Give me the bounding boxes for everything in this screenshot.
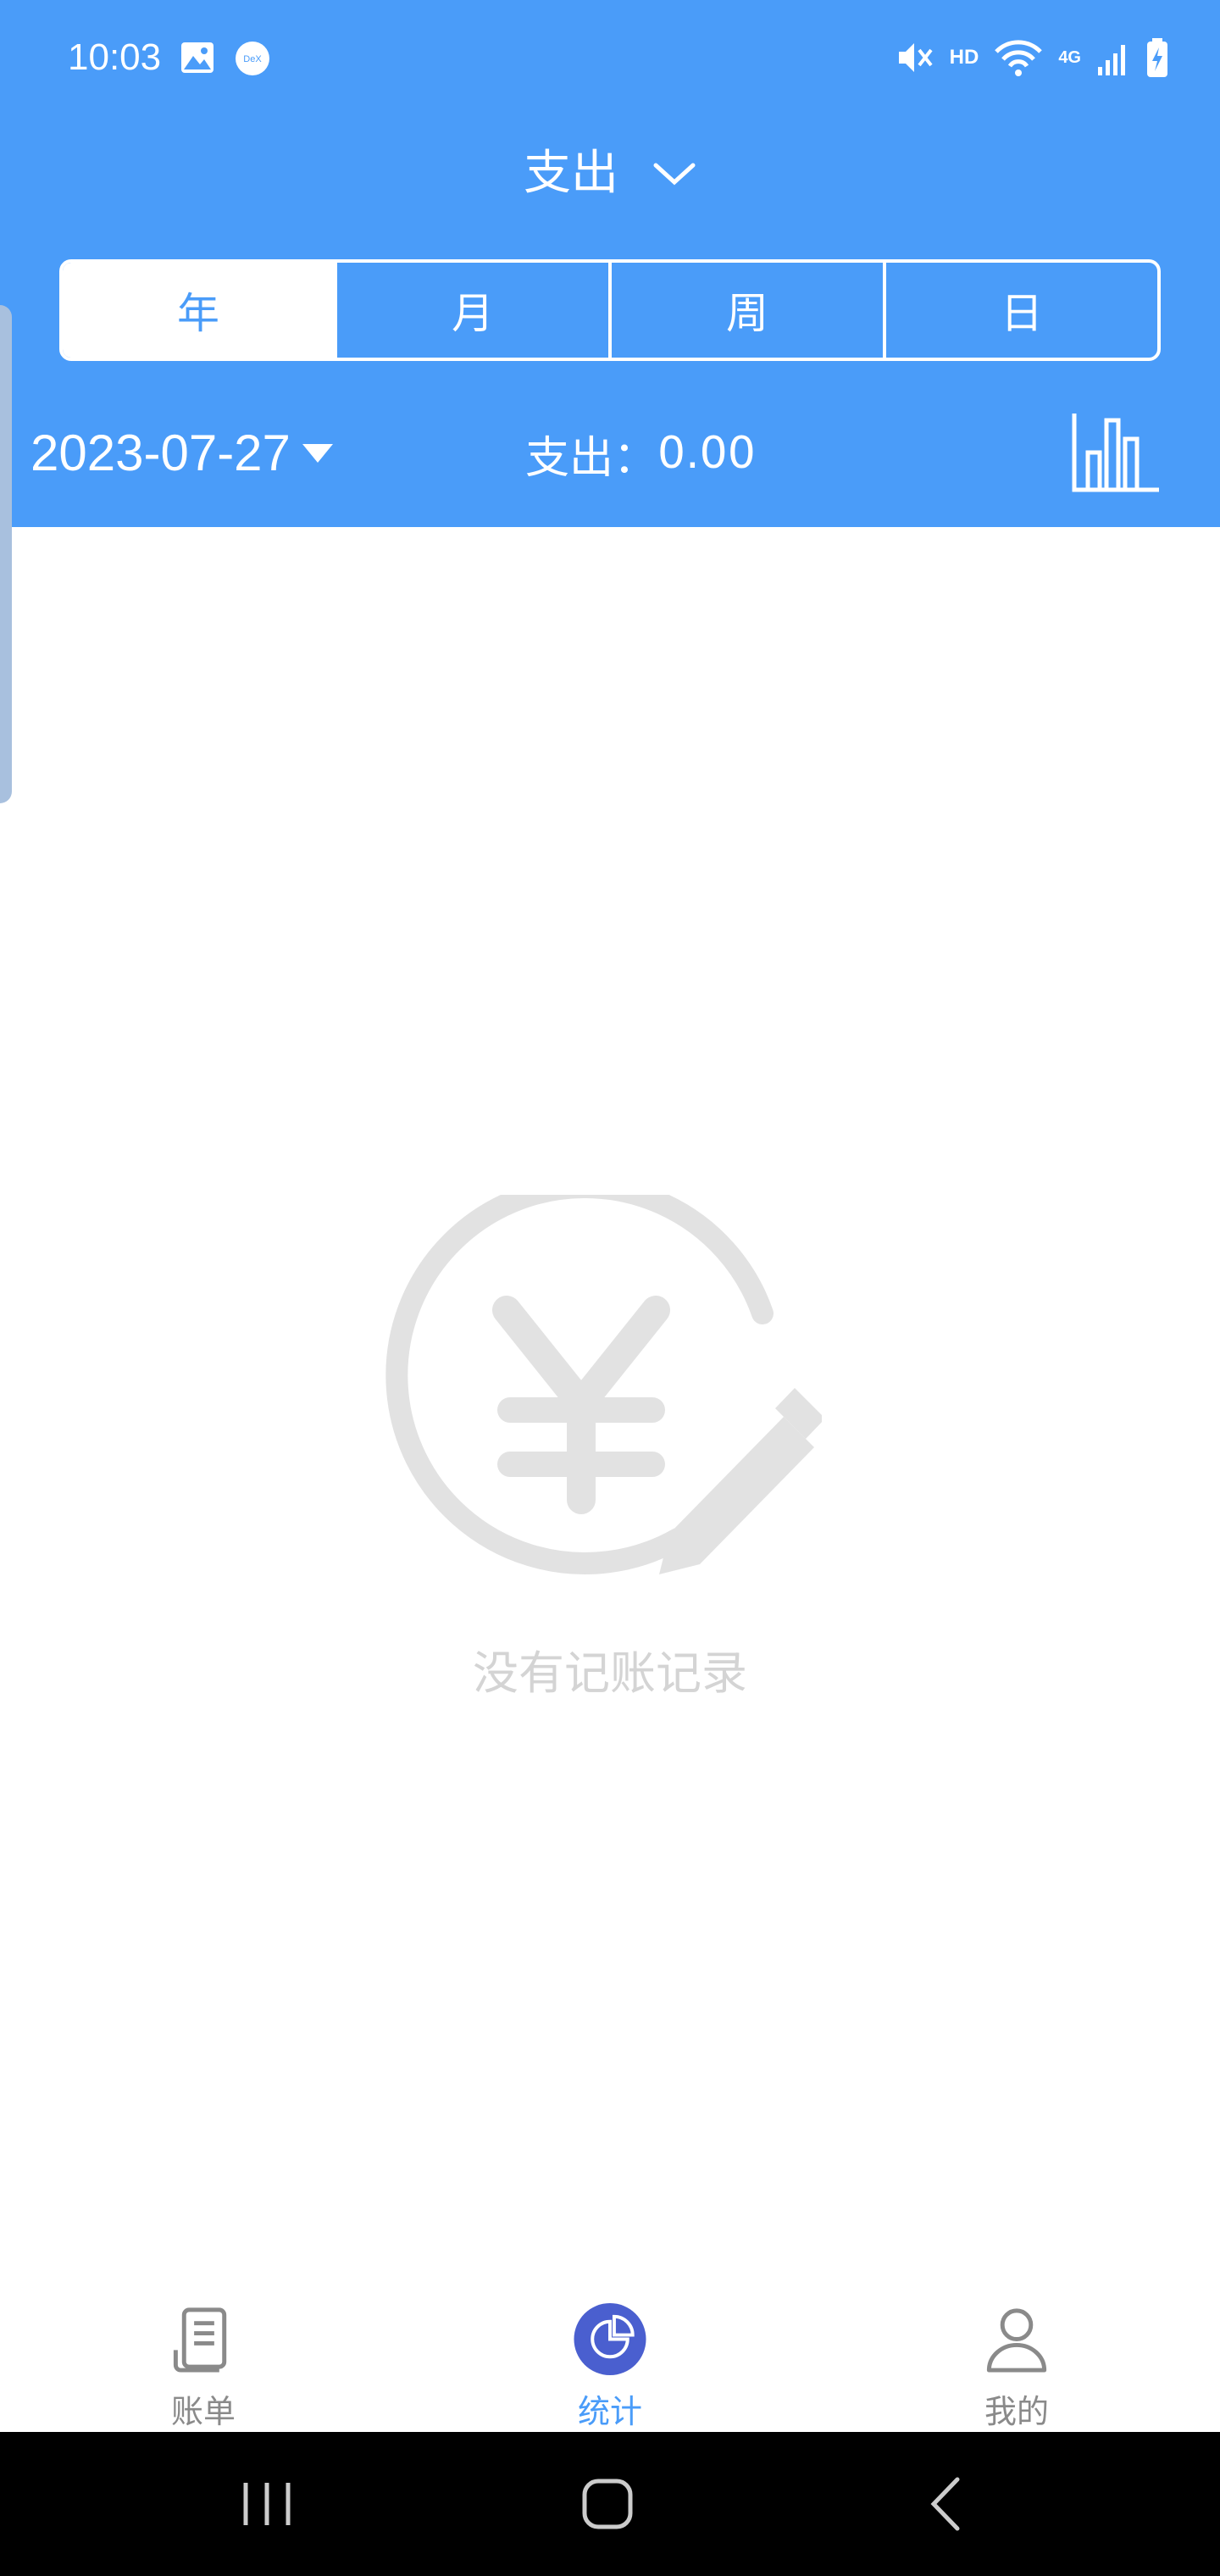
status-time: 10:03: [68, 36, 162, 78]
status-icons: HD 4G: [896, 34, 1169, 81]
chevron-down-icon: [653, 163, 696, 186]
page-title: 支出: [524, 146, 618, 201]
tab-day[interactable]: 日: [883, 263, 1157, 358]
back-icon[interactable]: [910, 2466, 986, 2542]
gallery-notification-icon: [181, 42, 214, 73]
date-picker[interactable]: 2023-07-27: [30, 415, 335, 491]
stats-pie-icon: [574, 2302, 646, 2376]
selected-date: 2023-07-27: [30, 425, 291, 481]
battery-charging-icon: [1147, 38, 1167, 77]
home-icon[interactable]: [569, 2466, 646, 2542]
tab-week[interactable]: 周: [608, 263, 883, 358]
network-type: 4G: [1058, 47, 1081, 67]
nav-stats[interactable]: 统计: [508, 2279, 712, 2432]
tab-year[interactable]: 年: [63, 263, 334, 358]
wifi-icon: [995, 40, 1043, 76]
empty-message: 没有记账记录: [473, 1646, 747, 1700]
total-summary: 支出： 0.00: [525, 415, 756, 491]
total-label: 支出：: [525, 432, 658, 484]
hd-indicator: HD: [949, 46, 979, 69]
dex-notification-icon: DeX: [236, 42, 269, 75]
signal-icon: [1098, 45, 1125, 75]
nav-bill-label: 账单: [170, 2393, 236, 2430]
nav-profile[interactable]: 我的: [915, 2279, 1118, 2432]
total-value: 0.00: [657, 428, 756, 479]
type-selector[interactable]: 支出: [0, 136, 1220, 212]
nav-profile-label: 我的: [984, 2393, 1049, 2430]
mute-icon: [898, 43, 933, 72]
yen-pencil-icon: [385, 1195, 822, 1574]
bill-icon: [173, 2307, 227, 2373]
profile-icon: [986, 2308, 1047, 2373]
nav-stats-label: 统计: [577, 2393, 642, 2430]
dropdown-triangle-icon: [302, 444, 333, 463]
recent-apps-icon[interactable]: [229, 2466, 305, 2542]
system-nav-bar: [0, 2432, 1220, 2576]
period-tabs: 年 月 周 日: [59, 259, 1161, 361]
tab-month[interactable]: 月: [334, 263, 608, 358]
svg-text:DeX: DeX: [243, 54, 262, 64]
bottom-nav: 账单 统计 我的: [0, 2279, 1220, 2432]
edge-panel-handle[interactable]: [0, 305, 12, 803]
nav-bill[interactable]: 账单: [102, 2279, 305, 2432]
bar-chart-icon[interactable]: [1069, 410, 1162, 495]
